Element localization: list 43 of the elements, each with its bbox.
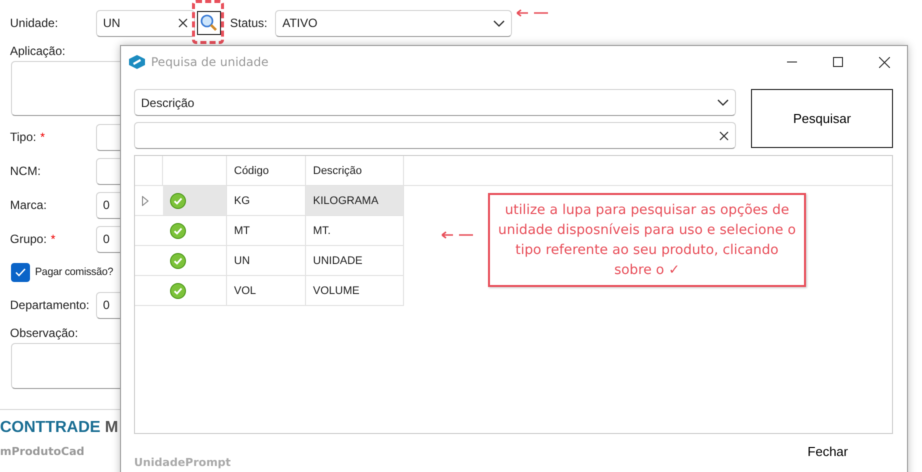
form-name: UnidadePrompt [134,456,231,469]
arrow-drawing [515,8,549,18]
brand-logo: CONTTRADE M [0,419,118,437]
field-label: Observação: [10,326,78,340]
field-label: Status: [230,16,268,30]
checkmark-icon [15,268,26,276]
table-cell[interactable]: KILOGRAMA [306,186,404,215]
close-text-button[interactable]: Fechar [808,444,848,459]
search-field[interactable] [134,122,736,149]
required-mark: * [50,232,56,246]
app-logo-icon [129,55,145,69]
field-label: Tipo: [10,130,36,144]
annotation-note: utilize a lupa para pesquisar as opções de unidade disposníveis para uso e selecione o tipo referente ao seu produto, clicando sobre o ✓ [488,193,806,287]
field-label: NCM: [10,164,41,178]
field-label: Marca: [10,198,47,212]
maximize-icon [833,57,843,67]
status-dropdown[interactable]: ATIVO [275,10,512,36]
input-field[interactable]: UN [96,10,195,36]
checkbox[interactable] [11,262,30,282]
row-pointer-icon [142,196,149,206]
check-icon[interactable] [170,252,186,268]
search-button[interactable]: Pesquisar [751,89,893,148]
clear-icon[interactable] [719,130,729,140]
close-icon [878,56,890,68]
chevron-down-icon[interactable] [717,99,729,106]
form-name: mProdutoCad [0,445,84,458]
arrow-drawing [440,230,474,240]
magnifier-icon [200,14,218,32]
window-title: Pequisa de unidade [151,55,270,69]
field-label: Departamento: [10,298,90,312]
checkbox-label: Pagar comissão? [35,266,114,278]
check-icon[interactable] [170,222,186,238]
chevron-down-icon[interactable] [493,20,506,26]
field-label: Aplicação: [10,44,66,58]
check-icon[interactable] [170,282,186,298]
field-dropdown[interactable]: Descrição [134,89,736,116]
field-label: Unidade: [10,16,58,30]
check-icon[interactable] [170,192,186,208]
clear-icon[interactable] [178,18,188,28]
search-button[interactable] [197,11,221,35]
required-mark: * [40,130,45,144]
minimize-icon [787,61,797,63]
field-label: Grupo: [10,232,47,246]
